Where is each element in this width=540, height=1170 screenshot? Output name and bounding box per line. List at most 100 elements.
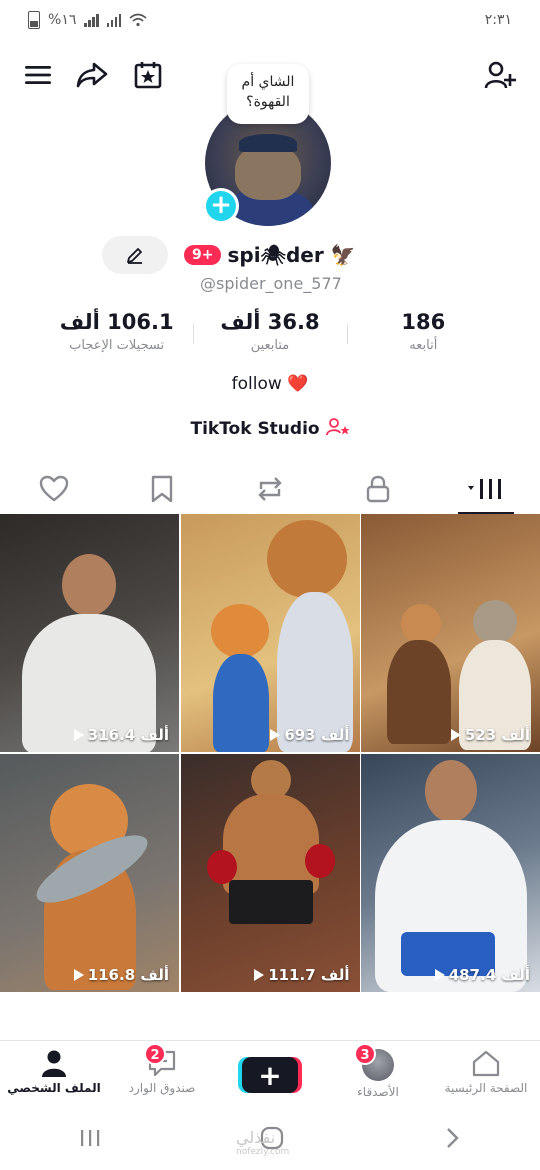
tab-videos[interactable] xyxy=(456,466,516,514)
calendar-star-icon[interactable] xyxy=(128,52,168,98)
nav-profile[interactable]: الملف الشخصي xyxy=(0,1041,108,1110)
thumbnail-subject-body xyxy=(387,640,451,744)
thumbnail-glove-left xyxy=(206,849,237,884)
thumbnail-subject-body-2 xyxy=(212,654,269,752)
profile-stats: 106.1 ألف تسجيلات الإعجاب 36.8 ألف متابع… xyxy=(40,310,500,366)
create-plus-icon: + xyxy=(242,1057,298,1093)
stat-followers-label: متابعين xyxy=(250,338,290,353)
nav-profile-label: الملف الشخصي xyxy=(7,1081,101,1095)
studio-label: TikTok Studio xyxy=(190,419,320,439)
stat-likes-label: تسجيلات الإعجاب xyxy=(69,338,165,353)
username: @spider_one_577 xyxy=(200,274,342,293)
play-icon xyxy=(434,968,445,981)
video-thumbnail[interactable]: 693 ألف xyxy=(180,514,360,752)
heart-emoji: ❤️ xyxy=(287,374,309,394)
lock-icon xyxy=(366,475,390,503)
play-icon xyxy=(73,729,84,741)
stat-following[interactable]: 186 أتابعه xyxy=(346,310,500,366)
video-grid: 316.4 ألف 693 ألف 523 ألف 116.8 ألف 111.… xyxy=(0,514,540,992)
avatar-container: الشاي أم القهوة؟ + xyxy=(203,64,337,226)
play-icon xyxy=(270,729,281,741)
tab-liked[interactable] xyxy=(24,466,84,512)
video-view-count: 693 ألف xyxy=(270,726,350,744)
creator-star-icon xyxy=(325,418,350,436)
edit-profile-button[interactable] xyxy=(102,236,168,274)
battery-icon xyxy=(28,11,40,29)
clock: ٢:٣١ xyxy=(484,12,512,28)
status-icons: %١٦ xyxy=(28,11,147,29)
display-name: spi🕷der 🦅 xyxy=(227,243,356,267)
nav-create[interactable]: + xyxy=(216,1041,324,1110)
back-chevron-icon[interactable] xyxy=(442,1126,462,1150)
recent-apps-icon[interactable] xyxy=(78,1127,102,1149)
nav-inbox[interactable]: 2 صندوق الوارد xyxy=(108,1041,216,1110)
video-view-count: 487.4 ألف xyxy=(434,966,530,984)
thumbnail-subject-head xyxy=(401,604,441,644)
tab-private[interactable] xyxy=(348,466,408,512)
tiktok-studio-link[interactable]: TikTok Studio xyxy=(0,417,540,439)
video-thumbnail[interactable]: 316.4 ألف xyxy=(0,514,179,752)
nav-friends-label: الأصدقاء xyxy=(357,1085,399,1099)
battery-percent: %١٦ xyxy=(48,12,77,28)
stat-following-value: 186 xyxy=(401,310,446,334)
stat-following-label: أتابعه xyxy=(409,338,438,353)
grid-bars-icon xyxy=(468,479,501,499)
thumbnail-subject-head xyxy=(62,554,116,616)
bottom-nav: الملف الشخصي 2 صندوق الوارد + 3 الأصدقاء… xyxy=(0,1040,540,1110)
home-icon xyxy=(472,1050,500,1077)
tab-saved[interactable] xyxy=(132,466,192,512)
avatar-cat-head xyxy=(235,144,301,200)
play-icon xyxy=(450,729,461,741)
add-story-plus-icon[interactable]: + xyxy=(203,188,239,224)
bubble-line-2: القهوة؟ xyxy=(246,94,290,110)
thumbnail-shorts xyxy=(228,879,313,924)
watermark: نفذلي nofezly.com xyxy=(236,1128,289,1157)
friends-badge: 3 xyxy=(354,1043,376,1065)
stat-likes[interactable]: 106.1 ألف تسجيلات الإعجاب xyxy=(40,310,193,366)
video-thumbnail[interactable]: 111.7 ألف xyxy=(180,753,360,992)
add-person-icon[interactable] xyxy=(480,52,520,98)
stat-likes-value: 106.1 ألف xyxy=(59,310,174,334)
thumbnail-subject-body xyxy=(222,793,319,894)
stat-followers[interactable]: 36.8 ألف متابعين xyxy=(193,310,346,366)
video-view-count: 116.8 ألف xyxy=(73,966,169,984)
bubble-line-1: الشاي أم xyxy=(241,74,295,90)
content-tabs xyxy=(0,466,540,514)
signal-icon xyxy=(84,13,99,27)
bio: follow ❤️ xyxy=(0,374,540,394)
profile-icon xyxy=(42,1050,66,1077)
status-bubble[interactable]: الشاي أم القهوة؟ xyxy=(227,64,309,124)
share-icon[interactable] xyxy=(72,52,112,98)
status-bar: %١٦ ٢:٣١ xyxy=(0,0,540,40)
tab-reposts[interactable] xyxy=(240,466,300,512)
thumbnail-subject-head xyxy=(266,520,347,598)
signal-icon-2 xyxy=(106,13,122,27)
nav-friends[interactable]: 3 الأصدقاء xyxy=(324,1041,432,1110)
avatar-cap xyxy=(239,134,297,152)
name-row: 9+ spi🕷der 🦅 xyxy=(184,238,356,272)
thumbnail-subject-head-2 xyxy=(210,604,269,658)
nav-home[interactable]: الصفحة الرئيسية xyxy=(432,1041,540,1110)
video-thumbnail[interactable]: 487.4 ألف xyxy=(361,753,540,992)
video-view-count: 316.4 ألف xyxy=(73,726,169,744)
heart-icon xyxy=(39,475,69,502)
video-thumbnail[interactable]: 523 ألف xyxy=(361,514,540,752)
watermark-text: نفذلي xyxy=(236,1128,276,1147)
video-view-count: 111.7 ألف xyxy=(254,966,350,984)
video-thumbnail[interactable]: 116.8 ألف xyxy=(0,753,179,992)
hamburger-icon[interactable] xyxy=(18,52,58,98)
thumbnail-subject-head xyxy=(425,759,477,822)
video-view-count: 523 ألف xyxy=(450,726,530,744)
nav-home-label: الصفحة الرئيسية xyxy=(444,1081,528,1095)
thumbnail-glove-right xyxy=(304,843,335,878)
notification-pill[interactable]: 9+ xyxy=(184,245,222,265)
inbox-badge: 2 xyxy=(144,1043,166,1065)
watermark-sub: nofezly.com xyxy=(236,1147,290,1157)
pencil-icon xyxy=(127,248,142,264)
play-icon xyxy=(73,968,84,981)
wifi-icon xyxy=(129,13,147,27)
bio-text: follow xyxy=(231,374,282,394)
nav-inbox-label: صندوق الوارد xyxy=(128,1081,196,1095)
play-icon xyxy=(254,968,265,981)
stat-followers-value: 36.8 ألف xyxy=(220,310,320,334)
